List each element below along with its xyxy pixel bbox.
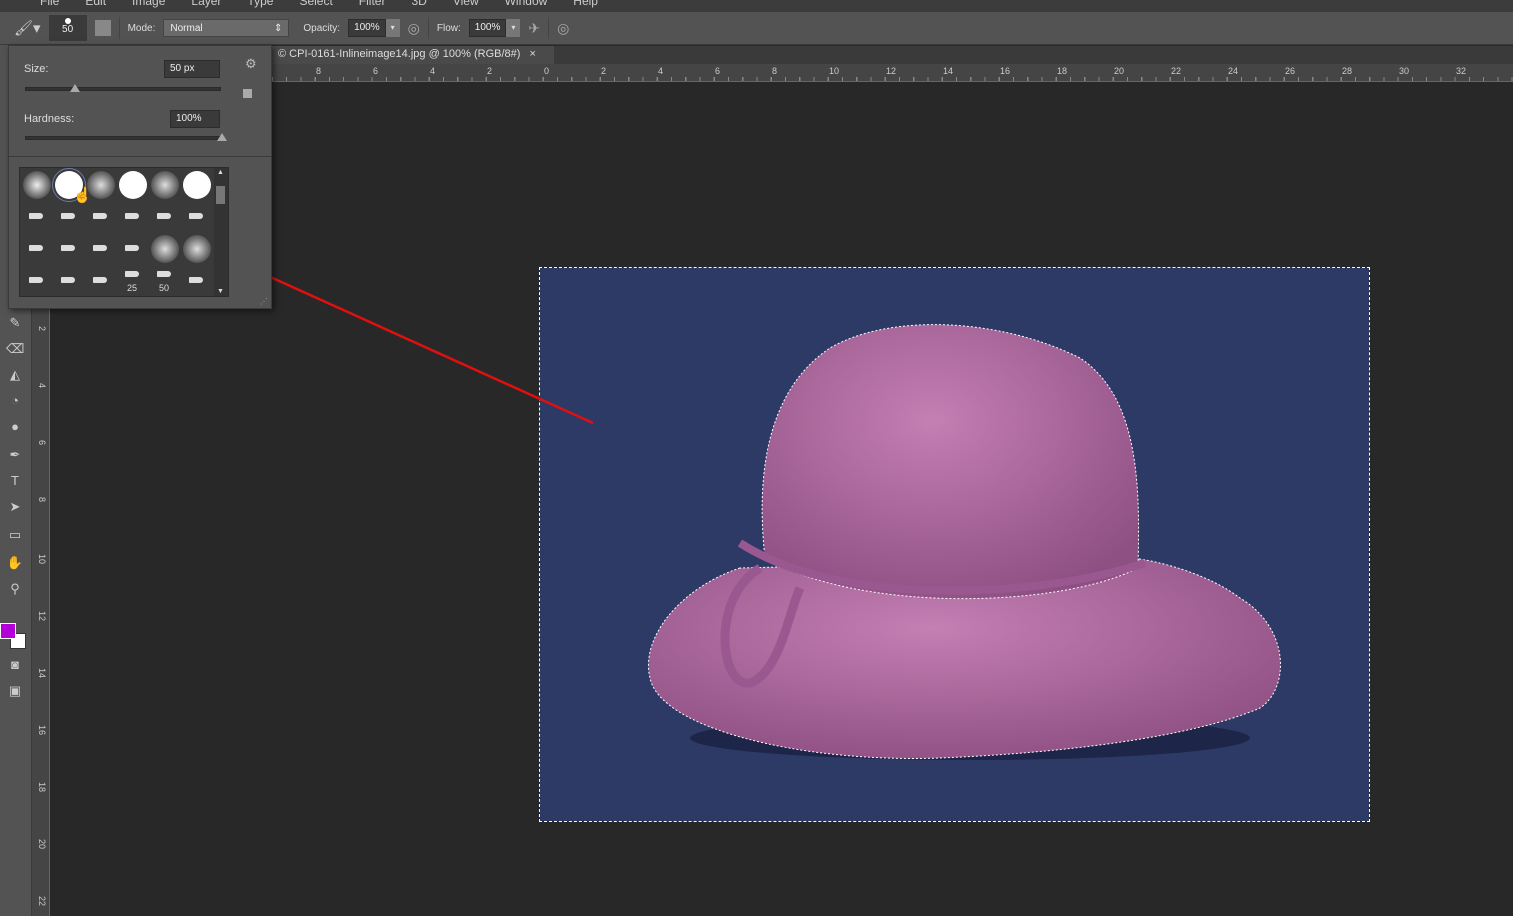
brush-tip-icon[interactable] bbox=[61, 213, 75, 219]
brush-tip-icon[interactable] bbox=[93, 213, 107, 219]
scroll-down-icon[interactable]: ▼ bbox=[217, 288, 224, 295]
brush-preset-panel: Size: 50 px ⚙ Hardness: 100% 25 50 ▲ ▼ ⋰ bbox=[8, 45, 272, 309]
soft-round-brush[interactable] bbox=[23, 171, 51, 199]
soft-round-brush[interactable] bbox=[183, 235, 211, 263]
brush-tip-icon[interactable] bbox=[125, 213, 139, 219]
brush-preset-grid: 25 50 ▲ ▼ bbox=[19, 167, 229, 297]
hard-round-brush[interactable] bbox=[183, 171, 211, 199]
hardness-slider[interactable] bbox=[25, 133, 227, 141]
divider bbox=[9, 156, 271, 157]
brush-tip-icon[interactable] bbox=[61, 245, 75, 251]
scroll-thumb[interactable] bbox=[216, 186, 225, 204]
brush-tip-icon[interactable] bbox=[125, 271, 139, 277]
preset-scrollbar[interactable]: ▲ ▼ bbox=[214, 168, 228, 296]
preset-size-label: 50 bbox=[159, 283, 170, 293]
size-label: Size: bbox=[24, 63, 49, 75]
brush-tip-icon[interactable] bbox=[93, 245, 107, 251]
brush-tip-icon[interactable] bbox=[61, 277, 75, 283]
brush-tip-icon[interactable] bbox=[189, 277, 203, 283]
hand-cursor-icon: ☝ bbox=[73, 187, 92, 204]
brush-tip-icon[interactable] bbox=[189, 213, 203, 219]
brush-tip-icon[interactable] bbox=[93, 277, 107, 283]
soft-round-brush[interactable] bbox=[151, 235, 179, 263]
resize-grip-icon[interactable]: ⋰ bbox=[260, 297, 268, 306]
scroll-up-icon[interactable]: ▲ bbox=[217, 169, 224, 176]
size-slider[interactable] bbox=[25, 84, 221, 92]
hardness-field[interactable]: 100% bbox=[170, 110, 220, 128]
brush-tip-icon[interactable] bbox=[29, 277, 43, 283]
preset-size-label: 25 bbox=[127, 283, 138, 293]
brush-tip-icon[interactable] bbox=[125, 245, 139, 251]
brush-tip-icon[interactable] bbox=[29, 245, 43, 251]
gear-icon[interactable]: ⚙ bbox=[245, 56, 257, 72]
brush-tip-icon[interactable] bbox=[29, 213, 43, 219]
foreground-color-swatch[interactable] bbox=[0, 623, 16, 639]
size-field[interactable]: 50 px bbox=[164, 60, 220, 78]
new-preset-icon[interactable] bbox=[243, 89, 252, 98]
hardness-label: Hardness: bbox=[24, 113, 75, 125]
brush-tip-icon[interactable] bbox=[157, 213, 171, 219]
soft-round-brush[interactable] bbox=[151, 171, 179, 199]
hardness-slider-thumb[interactable] bbox=[217, 133, 227, 141]
size-slider-thumb[interactable] bbox=[70, 84, 80, 92]
brush-tip-icon[interactable] bbox=[157, 271, 171, 277]
hard-round-brush[interactable] bbox=[119, 171, 147, 199]
